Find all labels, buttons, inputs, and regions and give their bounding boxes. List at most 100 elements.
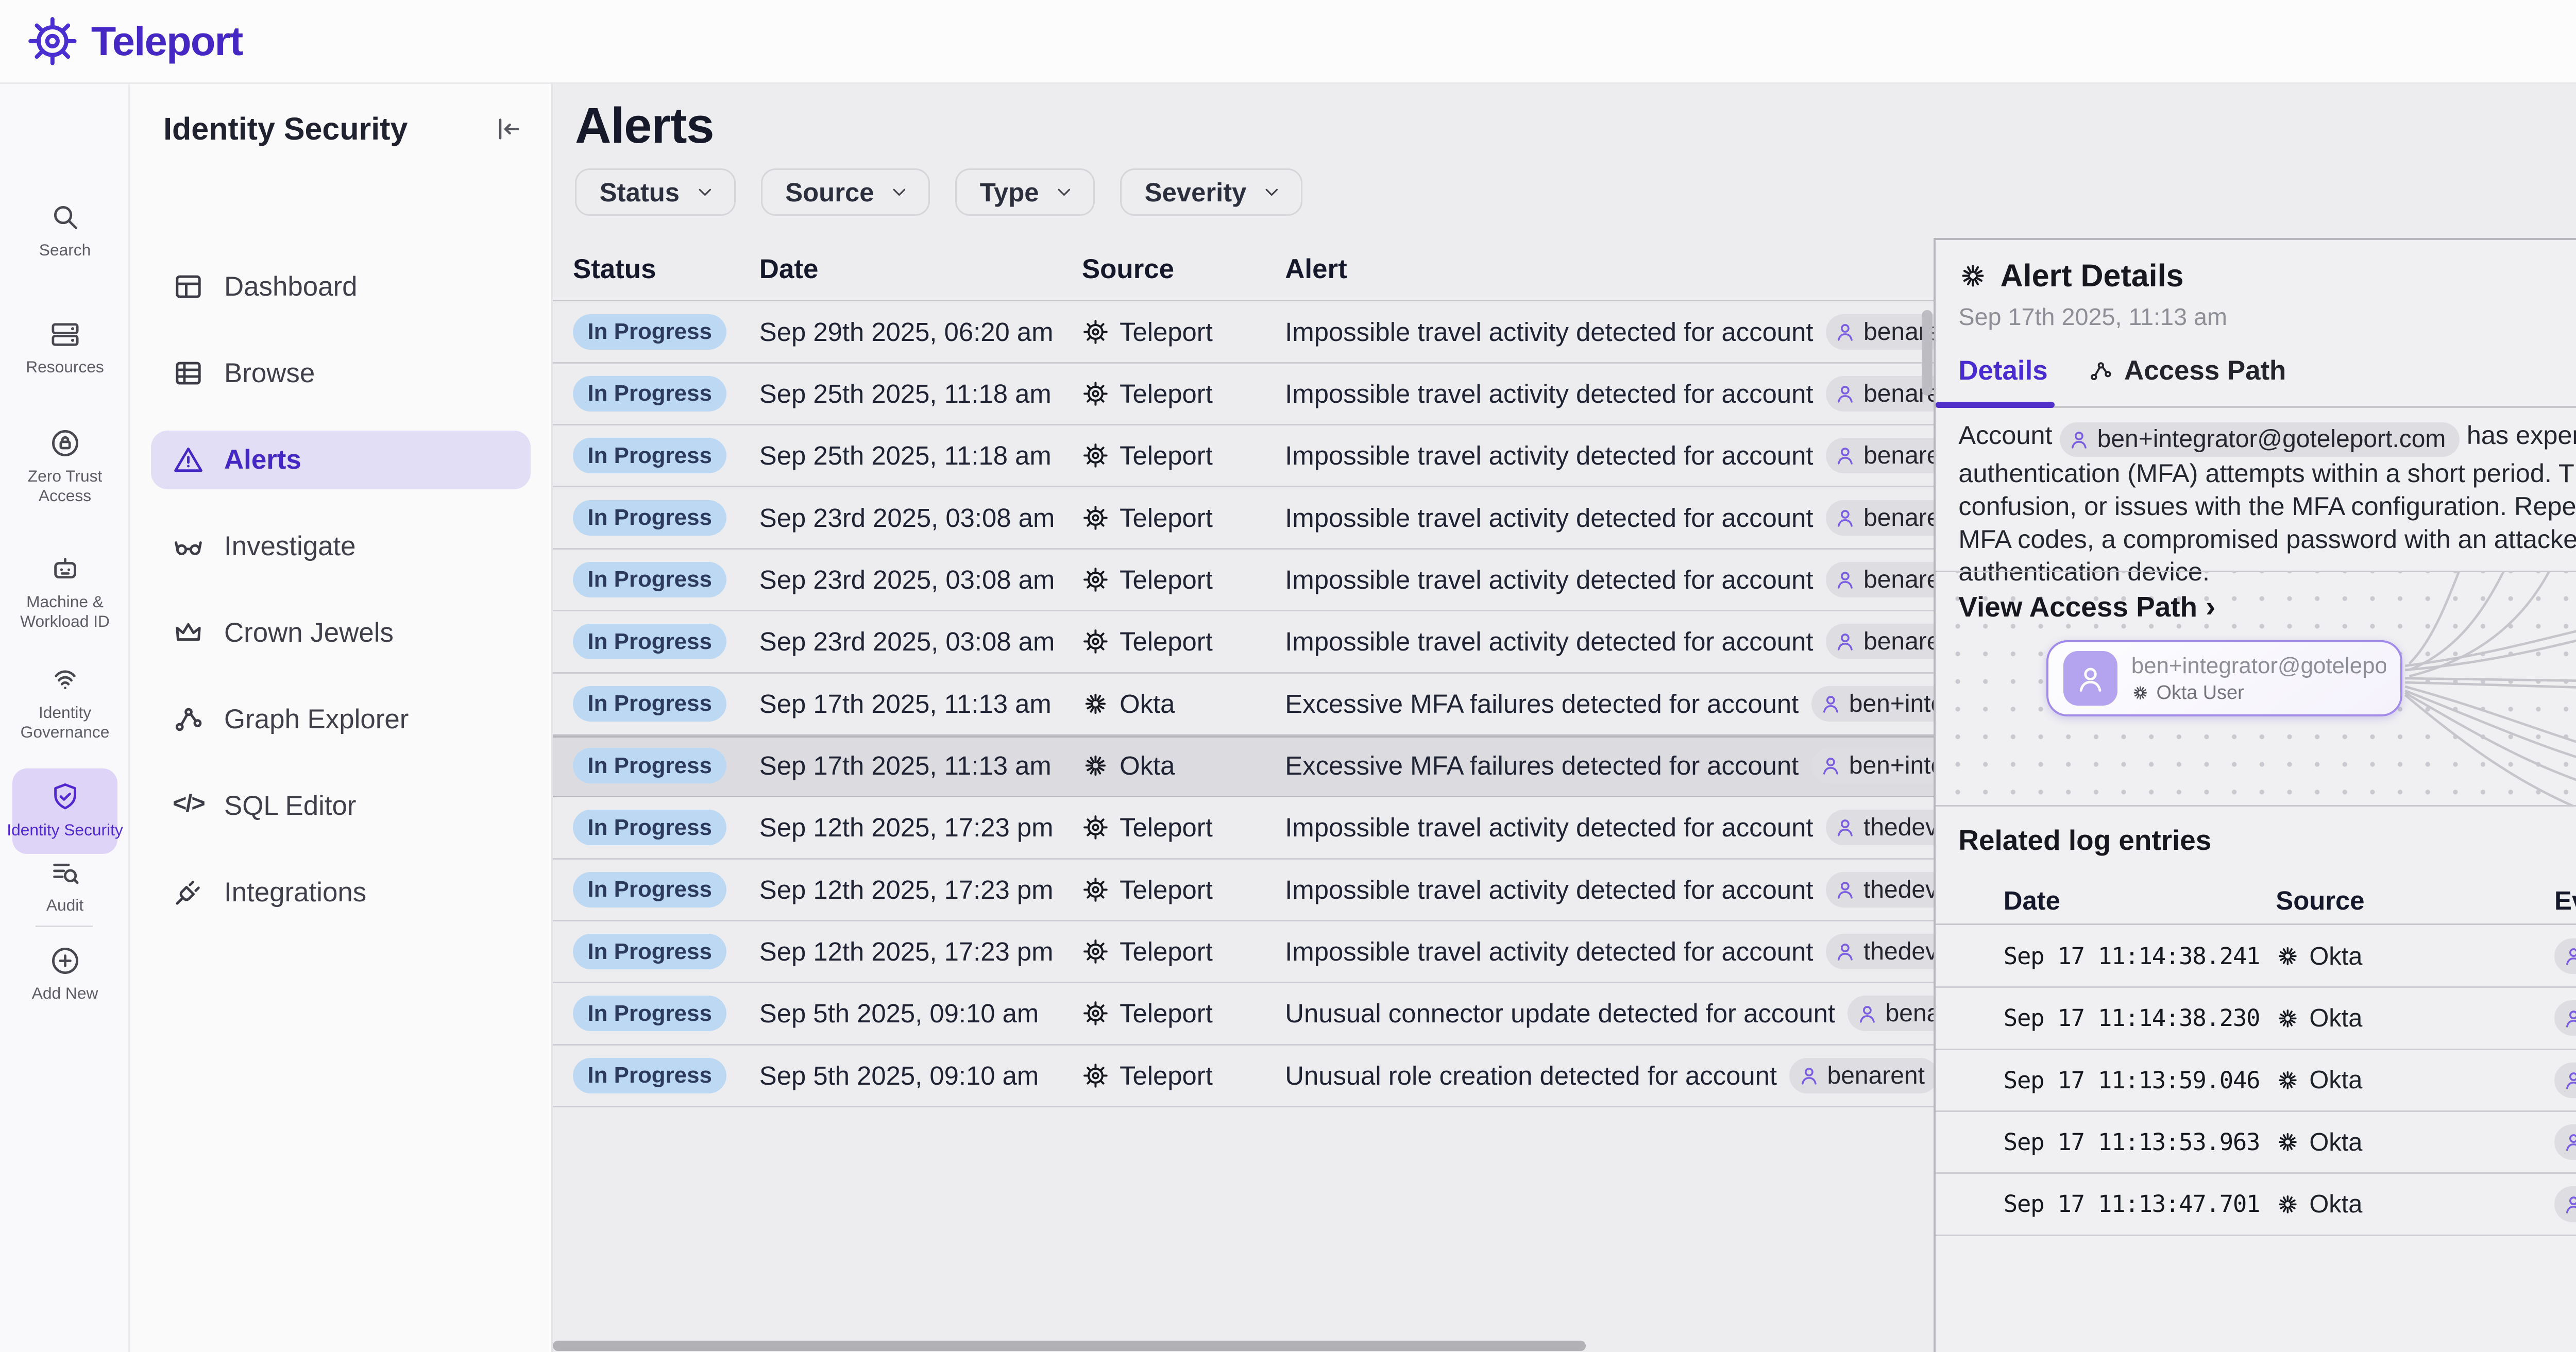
user-icon (1819, 692, 1843, 716)
chevron-down-icon (1054, 182, 1075, 203)
user-avatar-icon (2063, 651, 2118, 706)
account-chip[interactable]: ben+integrator@goteleport.com (2060, 422, 2460, 457)
okta-icon (1958, 261, 1988, 290)
user-icon (1833, 506, 1857, 530)
status-badge: In Progress (573, 934, 726, 969)
teleport-gear-icon (1082, 1000, 1109, 1027)
table-vertical-scrollbar-thumb[interactable] (1922, 310, 1932, 396)
active-tab-underline (1936, 402, 2055, 408)
plug-icon (172, 876, 205, 909)
panel-subtitle: Sep 17th 2025, 11:13 am (1958, 303, 2227, 331)
status-badge: In Progress (573, 500, 726, 536)
alert-triangle-icon (172, 443, 205, 476)
log-row[interactable]: Sep 17 11:13:53.963 Okta ben+integrator@… (1936, 1112, 2576, 1174)
okta-icon (1082, 690, 1109, 717)
user-icon (2562, 1130, 2576, 1154)
okta-icon (2276, 1192, 2300, 1217)
glasses-icon (172, 529, 205, 563)
okta-icon (2276, 1130, 2300, 1154)
user-icon (1833, 939, 1857, 964)
related-logs-title: Related log entries (1958, 824, 2211, 857)
sidebar-title: Identity Security (163, 111, 408, 147)
col-event: Event (2554, 885, 2576, 916)
user-icon (1797, 1064, 1821, 1088)
log-row[interactable]: Sep 17 11:13:59.046 Okta ben+integrator@… (1936, 1050, 2576, 1112)
type-filter-button[interactable]: Type (955, 168, 1095, 216)
sidebar-item-dashboard[interactable]: Dashboard (151, 258, 531, 316)
rail-item-zero-trust-access[interactable]: Zero Trust Access (0, 427, 130, 505)
sidebar-item-integrations[interactable]: Integrations (151, 863, 531, 921)
sidebar-item-crown-jewels[interactable]: Crown Jewels (151, 604, 531, 662)
teleport-gear-icon (1082, 442, 1109, 469)
sidebar-item-alerts[interactable]: Alerts (151, 431, 531, 489)
chevron-down-icon (889, 182, 910, 203)
user-icon (2562, 1068, 2576, 1092)
teleport-gear-icon (1082, 566, 1109, 593)
rail-item-audit[interactable]: Audit (0, 857, 130, 915)
source-filter-button[interactable]: Source (761, 168, 930, 216)
account-chip[interactable]: benarent (1789, 1058, 1938, 1093)
identity-security-sidebar: Identity Security Dashboard Browse Alert… (130, 84, 553, 1352)
rail-item-machine-workload-id[interactable]: Machine & Workload ID (0, 553, 130, 631)
teleport-gear-icon (1082, 1062, 1109, 1089)
horizontal-scrollbar-thumb[interactable] (553, 1341, 1585, 1351)
teleport-gear-icon (1082, 876, 1109, 903)
audit-list-search-icon (49, 857, 81, 889)
code-icon: </> (172, 789, 205, 823)
rail-divider (36, 926, 93, 927)
fingerprint-icon (49, 664, 81, 696)
status-badge: In Progress (573, 748, 726, 783)
col-date: Date (759, 253, 1082, 285)
col-status: Status (573, 253, 759, 285)
user-icon (2562, 944, 2576, 968)
access-path-preview: View Access Path › (1936, 571, 2576, 805)
rail-item-identity-security[interactable]: Identity Security (12, 768, 117, 854)
collapse-sidebar-icon[interactable] (493, 113, 524, 145)
sidebar-item-investigate[interactable]: Investigate (151, 517, 531, 576)
account-chip[interactable]: ben+integrator@goteleport.com (2554, 1186, 2576, 1222)
status-badge: In Progress (573, 624, 726, 659)
user-icon (1833, 568, 1857, 592)
alert-description: Account ben+integrator@goteleport.com ha… (1958, 419, 2576, 588)
sidebar-item-graph-explorer[interactable]: Graph Explorer (151, 690, 531, 749)
account-chip[interactable]: ben+integrator@goteleport.com (2554, 1124, 2576, 1160)
col-source: Source (1082, 253, 1285, 285)
chevron-right-icon: › (2206, 590, 2215, 624)
status-badge: In Progress (573, 438, 726, 473)
log-row[interactable]: Sep 17 11:14:38.241 Okta ben+integrator@… (1936, 926, 2576, 988)
rail-item-add-new[interactable]: Add New (0, 945, 130, 1003)
sidebar-item-sql-editor[interactable]: </> SQL Editor (151, 776, 531, 835)
okta-icon (2276, 1006, 2300, 1031)
okta-icon (2276, 944, 2300, 968)
rail-item-resources[interactable]: Resources (0, 318, 130, 376)
status-badge: In Progress (573, 1058, 726, 1093)
col-source: Source (2276, 885, 2554, 916)
sidebar-item-browse[interactable]: Browse (151, 344, 531, 403)
rail-item-identity-governance[interactable]: Identity Governance (0, 664, 130, 742)
okta-icon (2276, 1068, 2300, 1092)
status-filter-button[interactable]: Status (575, 168, 736, 216)
tab-access-path[interactable]: Access Path (2088, 355, 2286, 386)
rail-item-search[interactable]: Search (0, 201, 130, 259)
search-icon (49, 201, 81, 233)
account-chip[interactable]: ben+integrator@goteleport.com (2554, 1063, 2576, 1098)
shield-check-icon (49, 781, 81, 813)
page-title: Alerts (575, 96, 714, 155)
filter-bar: Status Source Type Severity (575, 168, 1302, 216)
account-chip[interactable]: ben+integrator@goteleport.com (2554, 938, 2576, 974)
tab-details[interactable]: Details (1958, 355, 2047, 386)
teleport-gear-icon (25, 14, 80, 69)
col-date: Date (2004, 885, 2276, 916)
log-row[interactable]: Sep 17 11:14:38.230 Okta ben+integrator@… (1936, 988, 2576, 1050)
teleport-gear-icon (1082, 380, 1109, 407)
related-log-entries: Related log entries Date Source Event Se… (1936, 805, 2576, 1352)
alert-details-panel: Alert Details Sep 17th 2025, 11:13 am Cl… (1934, 238, 2576, 1352)
log-row[interactable]: Sep 17 11:13:47.701 Okta ben+integrator@… (1936, 1174, 2576, 1236)
severity-filter-button[interactable]: Severity (1120, 168, 1302, 216)
view-access-path-link[interactable]: View Access Path › (1958, 590, 2215, 624)
graph-nodes-icon (172, 703, 205, 736)
teleport-logo[interactable]: Teleport (25, 14, 243, 69)
status-badge: In Progress (573, 562, 726, 597)
access-path-node-user[interactable]: ben+integrator@goteleport.c... Okta User (2046, 640, 2402, 716)
account-chip[interactable]: ben+integrator@goteleport.com (2554, 1000, 2576, 1036)
